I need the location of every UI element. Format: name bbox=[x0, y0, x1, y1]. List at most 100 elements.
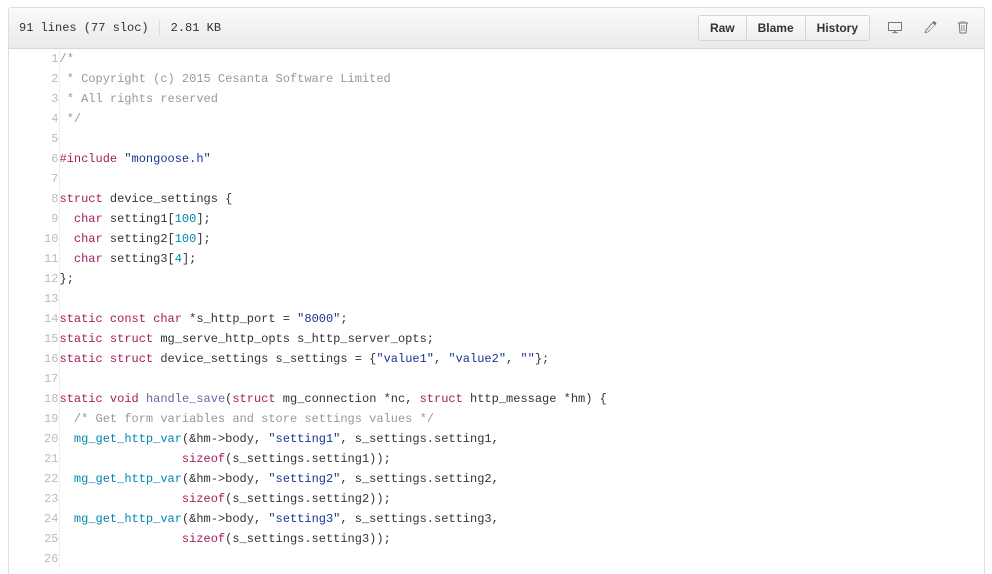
line-number[interactable]: 15 bbox=[9, 329, 60, 349]
trash-icon[interactable] bbox=[950, 15, 976, 41]
code-token-com: */ bbox=[59, 112, 82, 126]
code-token-pln: , bbox=[506, 352, 521, 366]
code-token-pln: setting1[ bbox=[102, 212, 175, 226]
history-button[interactable]: History bbox=[804, 15, 870, 41]
line-number[interactable]: 14 bbox=[9, 309, 60, 329]
pencil-icon[interactable] bbox=[916, 15, 942, 41]
code-line-content bbox=[59, 129, 984, 149]
code-line-content: char setting3[4]; bbox=[59, 249, 984, 269]
code-token-str: "mongoose.h" bbox=[124, 152, 211, 166]
code-line-row: 23 sizeof(s_settings.setting2)); bbox=[9, 489, 984, 509]
code-line-content: #include "mongoose.h" bbox=[59, 149, 984, 169]
line-number[interactable]: 4 bbox=[9, 109, 60, 129]
code-token-pre: #include bbox=[59, 152, 118, 166]
code-blob: 1/* 2 * Copyright (c) 2015 Cesanta Softwa… bbox=[9, 49, 984, 569]
line-number[interactable]: 6 bbox=[9, 149, 60, 169]
line-number[interactable]: 13 bbox=[9, 289, 60, 309]
code-token-num: 4 bbox=[174, 252, 182, 266]
line-number[interactable]: 24 bbox=[9, 509, 60, 529]
code-line-content: static struct mg_serve_http_opts s_http_… bbox=[59, 329, 984, 349]
code-token-kw: struct bbox=[59, 192, 103, 206]
line-number[interactable]: 7 bbox=[9, 169, 60, 189]
code-token-kw: sizeof bbox=[181, 452, 226, 466]
code-token-kw: char bbox=[73, 212, 103, 226]
code-line-row: 7 bbox=[9, 169, 984, 189]
line-number[interactable]: 21 bbox=[9, 449, 60, 469]
code-token-kw: char bbox=[73, 232, 103, 246]
code-token-str: "setting2" bbox=[268, 472, 341, 486]
code-line-row: 20 mg_get_http_var(&hm->body, "setting1"… bbox=[9, 429, 984, 449]
code-line-content: char setting2[100]; bbox=[59, 229, 984, 249]
code-token-str: "8000" bbox=[297, 312, 341, 326]
code-token-pln: setting3[ bbox=[102, 252, 175, 266]
code-token-pln: , s_settings.setting3, bbox=[340, 512, 499, 526]
code-token-kw: char bbox=[153, 312, 182, 326]
line-number[interactable]: 2 bbox=[9, 69, 60, 89]
desktop-icon[interactable] bbox=[882, 15, 908, 41]
code-token-pln bbox=[60, 452, 182, 466]
line-number[interactable]: 11 bbox=[9, 249, 60, 269]
line-number[interactable]: 12 bbox=[9, 269, 60, 289]
line-number[interactable]: 3 bbox=[9, 89, 60, 109]
code-line-row: 13 bbox=[9, 289, 984, 309]
code-token-kw: sizeof bbox=[181, 492, 226, 506]
line-number[interactable]: 17 bbox=[9, 369, 60, 389]
line-number[interactable]: 20 bbox=[9, 429, 60, 449]
code-token-pln: mg_serve_http_opts s_http_server_opts; bbox=[153, 332, 434, 346]
line-number[interactable]: 5 bbox=[9, 129, 60, 149]
line-number[interactable]: 26 bbox=[9, 549, 60, 569]
code-token-pln bbox=[139, 392, 146, 406]
code-line-row: 6 #include "mongoose.h" bbox=[9, 149, 984, 169]
line-number[interactable]: 23 bbox=[9, 489, 60, 509]
code-table: 1/* 2 * Copyright (c) 2015 Cesanta Softwa… bbox=[9, 49, 984, 569]
code-token-str: "value2" bbox=[448, 352, 507, 366]
code-line-content: static const char *s_http_port = "8000"; bbox=[59, 309, 984, 329]
code-line-content: * All rights reserved bbox=[59, 89, 984, 109]
line-count-label: 91 lines (77 sloc) bbox=[19, 21, 149, 35]
code-token-kw: static bbox=[59, 392, 103, 406]
line-number[interactable]: 25 bbox=[9, 529, 60, 549]
line-number[interactable]: 1 bbox=[9, 49, 60, 69]
code-token-pln: setting2[ bbox=[102, 232, 175, 246]
line-number[interactable]: 16 bbox=[9, 349, 60, 369]
code-token-kw: struct bbox=[109, 332, 154, 346]
code-token-str: "setting3" bbox=[268, 512, 341, 526]
code-line-content: mg_get_http_var(&hm->body, "setting3", s… bbox=[59, 509, 984, 529]
raw-button[interactable]: Raw bbox=[697, 15, 746, 41]
code-token-pln bbox=[60, 232, 74, 246]
code-token-pln: (&hm->body, bbox=[181, 472, 269, 486]
code-line-content: sizeof(s_settings.setting3)); bbox=[59, 529, 984, 549]
code-line-row: 2 * Copyright (c) 2015 Cesanta Software … bbox=[9, 69, 984, 89]
code-token-fn: handle_save bbox=[145, 392, 226, 406]
blame-button[interactable]: Blame bbox=[745, 15, 805, 41]
line-number[interactable]: 22 bbox=[9, 469, 60, 489]
code-line-row: 1/* bbox=[9, 49, 984, 69]
line-number[interactable]: 8 bbox=[9, 189, 60, 209]
code-line-row: 18 static void handle_save(struct mg_conn… bbox=[9, 389, 984, 409]
code-line-content: mg_get_http_var(&hm->body, "setting1", s… bbox=[59, 429, 984, 449]
code-line-content: mg_get_http_var(&hm->body, "setting2", s… bbox=[59, 469, 984, 489]
code-token-pln: *s_http_port = bbox=[181, 312, 298, 326]
code-line-content bbox=[59, 549, 984, 569]
code-token-pln: , bbox=[434, 352, 449, 366]
code-line-row: 17 bbox=[9, 369, 984, 389]
line-number[interactable]: 10 bbox=[9, 229, 60, 249]
code-line-content: char setting1[100]; bbox=[59, 209, 984, 229]
code-token-pln: , s_settings.setting2, bbox=[340, 472, 499, 486]
code-line-row: 10 char setting2[100]; bbox=[9, 229, 984, 249]
code-token-pln bbox=[60, 472, 74, 486]
code-line-row: 24 mg_get_http_var(&hm->body, "setting3"… bbox=[9, 509, 984, 529]
line-number[interactable]: 19 bbox=[9, 409, 60, 429]
file-size-label: 2.81 KB bbox=[170, 21, 222, 35]
line-number[interactable]: 18 bbox=[9, 389, 60, 409]
code-line-content: /* bbox=[59, 49, 984, 69]
code-line-row: 22 mg_get_http_var(&hm->body, "setting2"… bbox=[9, 469, 984, 489]
code-token-com: * All rights reserved bbox=[59, 92, 218, 106]
code-line-content: sizeof(s_settings.setting2)); bbox=[59, 489, 984, 509]
line-number[interactable]: 9 bbox=[9, 209, 60, 229]
code-token-pln: device_settings s_settings = { bbox=[153, 352, 377, 366]
code-token-pln: mg_connection *nc, bbox=[275, 392, 420, 406]
code-token-pln: (s_settings.setting2)); bbox=[225, 492, 391, 506]
code-token-pln bbox=[60, 492, 182, 506]
code-token-com: * Copyright (c) 2015 Cesanta Software Li… bbox=[59, 72, 391, 86]
